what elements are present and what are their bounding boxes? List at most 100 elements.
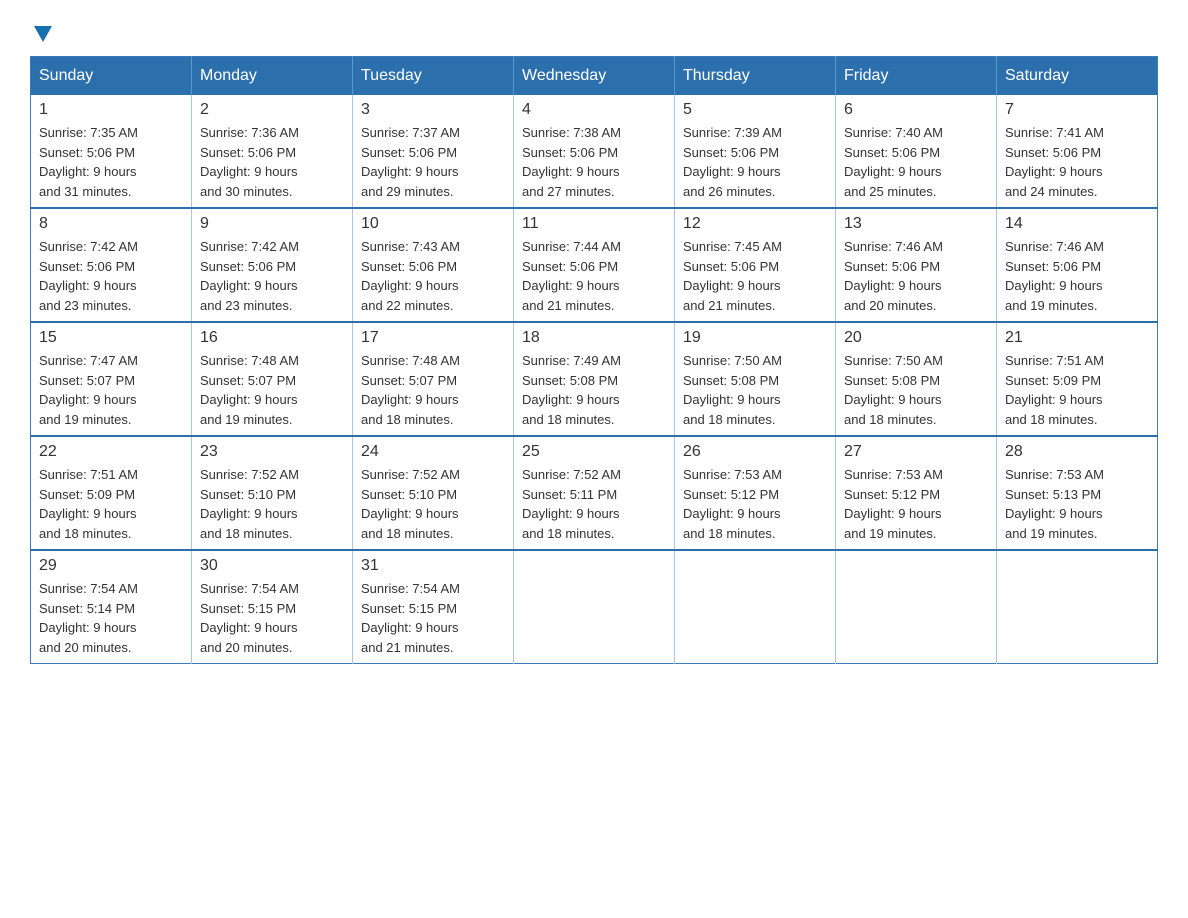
day-info: Sunrise: 7:50 AM Sunset: 5:08 PM Dayligh… xyxy=(844,351,988,429)
calendar-cell: 3 Sunrise: 7:37 AM Sunset: 5:06 PM Dayli… xyxy=(353,95,514,208)
day-info: Sunrise: 7:45 AM Sunset: 5:06 PM Dayligh… xyxy=(683,237,827,315)
calendar-cell: 2 Sunrise: 7:36 AM Sunset: 5:06 PM Dayli… xyxy=(192,95,353,208)
day-number: 19 xyxy=(683,329,827,347)
page-header xyxy=(30,20,1158,36)
day-info: Sunrise: 7:51 AM Sunset: 5:09 PM Dayligh… xyxy=(1005,351,1149,429)
day-info: Sunrise: 7:47 AM Sunset: 5:07 PM Dayligh… xyxy=(39,351,183,429)
calendar-cell: 16 Sunrise: 7:48 AM Sunset: 5:07 PM Dayl… xyxy=(192,322,353,436)
day-info: Sunrise: 7:35 AM Sunset: 5:06 PM Dayligh… xyxy=(39,123,183,201)
day-info: Sunrise: 7:48 AM Sunset: 5:07 PM Dayligh… xyxy=(200,351,344,429)
day-number: 25 xyxy=(522,443,666,461)
day-number: 13 xyxy=(844,215,988,233)
calendar-cell: 22 Sunrise: 7:51 AM Sunset: 5:09 PM Dayl… xyxy=(31,436,192,550)
calendar-cell: 28 Sunrise: 7:53 AM Sunset: 5:13 PM Dayl… xyxy=(997,436,1158,550)
calendar-week-3: 15 Sunrise: 7:47 AM Sunset: 5:07 PM Dayl… xyxy=(31,322,1158,436)
calendar-cell: 5 Sunrise: 7:39 AM Sunset: 5:06 PM Dayli… xyxy=(675,95,836,208)
day-info: Sunrise: 7:46 AM Sunset: 5:06 PM Dayligh… xyxy=(1005,237,1149,315)
logo-arrow-icon xyxy=(32,22,54,44)
day-info: Sunrise: 7:41 AM Sunset: 5:06 PM Dayligh… xyxy=(1005,123,1149,201)
day-info: Sunrise: 7:40 AM Sunset: 5:06 PM Dayligh… xyxy=(844,123,988,201)
day-number: 10 xyxy=(361,215,505,233)
day-info: Sunrise: 7:52 AM Sunset: 5:10 PM Dayligh… xyxy=(200,465,344,543)
calendar-cell: 6 Sunrise: 7:40 AM Sunset: 5:06 PM Dayli… xyxy=(836,95,997,208)
calendar-cell xyxy=(997,550,1158,664)
calendar-cell: 10 Sunrise: 7:43 AM Sunset: 5:06 PM Dayl… xyxy=(353,208,514,322)
day-number: 31 xyxy=(361,557,505,575)
day-info: Sunrise: 7:50 AM Sunset: 5:08 PM Dayligh… xyxy=(683,351,827,429)
header-thursday: Thursday xyxy=(675,57,836,96)
calendar-cell: 30 Sunrise: 7:54 AM Sunset: 5:15 PM Dayl… xyxy=(192,550,353,664)
day-number: 23 xyxy=(200,443,344,461)
day-number: 1 xyxy=(39,101,183,119)
calendar-table: SundayMondayTuesdayWednesdayThursdayFrid… xyxy=(30,56,1158,664)
day-info: Sunrise: 7:48 AM Sunset: 5:07 PM Dayligh… xyxy=(361,351,505,429)
day-info: Sunrise: 7:54 AM Sunset: 5:15 PM Dayligh… xyxy=(361,579,505,657)
day-number: 16 xyxy=(200,329,344,347)
day-number: 29 xyxy=(39,557,183,575)
day-info: Sunrise: 7:38 AM Sunset: 5:06 PM Dayligh… xyxy=(522,123,666,201)
header-sunday: Sunday xyxy=(31,57,192,96)
day-number: 6 xyxy=(844,101,988,119)
day-info: Sunrise: 7:42 AM Sunset: 5:06 PM Dayligh… xyxy=(39,237,183,315)
day-number: 20 xyxy=(844,329,988,347)
calendar-cell: 12 Sunrise: 7:45 AM Sunset: 5:06 PM Dayl… xyxy=(675,208,836,322)
header-tuesday: Tuesday xyxy=(353,57,514,96)
day-info: Sunrise: 7:43 AM Sunset: 5:06 PM Dayligh… xyxy=(361,237,505,315)
calendar-week-5: 29 Sunrise: 7:54 AM Sunset: 5:14 PM Dayl… xyxy=(31,550,1158,664)
calendar-cell xyxy=(836,550,997,664)
day-number: 21 xyxy=(1005,329,1149,347)
day-info: Sunrise: 7:53 AM Sunset: 5:13 PM Dayligh… xyxy=(1005,465,1149,543)
day-number: 7 xyxy=(1005,101,1149,119)
header-saturday: Saturday xyxy=(997,57,1158,96)
day-number: 27 xyxy=(844,443,988,461)
calendar-cell: 18 Sunrise: 7:49 AM Sunset: 5:08 PM Dayl… xyxy=(514,322,675,436)
day-info: Sunrise: 7:49 AM Sunset: 5:08 PM Dayligh… xyxy=(522,351,666,429)
calendar-cell: 26 Sunrise: 7:53 AM Sunset: 5:12 PM Dayl… xyxy=(675,436,836,550)
day-number: 28 xyxy=(1005,443,1149,461)
calendar-cell: 20 Sunrise: 7:50 AM Sunset: 5:08 PM Dayl… xyxy=(836,322,997,436)
day-info: Sunrise: 7:52 AM Sunset: 5:10 PM Dayligh… xyxy=(361,465,505,543)
day-number: 17 xyxy=(361,329,505,347)
day-number: 5 xyxy=(683,101,827,119)
day-info: Sunrise: 7:53 AM Sunset: 5:12 PM Dayligh… xyxy=(844,465,988,543)
day-info: Sunrise: 7:39 AM Sunset: 5:06 PM Dayligh… xyxy=(683,123,827,201)
day-number: 3 xyxy=(361,101,505,119)
header-monday: Monday xyxy=(192,57,353,96)
calendar-week-2: 8 Sunrise: 7:42 AM Sunset: 5:06 PM Dayli… xyxy=(31,208,1158,322)
calendar-week-4: 22 Sunrise: 7:51 AM Sunset: 5:09 PM Dayl… xyxy=(31,436,1158,550)
calendar-cell: 13 Sunrise: 7:46 AM Sunset: 5:06 PM Dayl… xyxy=(836,208,997,322)
calendar-cell: 25 Sunrise: 7:52 AM Sunset: 5:11 PM Dayl… xyxy=(514,436,675,550)
calendar-cell: 15 Sunrise: 7:47 AM Sunset: 5:07 PM Dayl… xyxy=(31,322,192,436)
logo xyxy=(30,20,54,36)
day-info: Sunrise: 7:51 AM Sunset: 5:09 PM Dayligh… xyxy=(39,465,183,543)
day-number: 24 xyxy=(361,443,505,461)
day-number: 15 xyxy=(39,329,183,347)
calendar-cell: 29 Sunrise: 7:54 AM Sunset: 5:14 PM Dayl… xyxy=(31,550,192,664)
calendar-cell: 17 Sunrise: 7:48 AM Sunset: 5:07 PM Dayl… xyxy=(353,322,514,436)
calendar-cell: 21 Sunrise: 7:51 AM Sunset: 5:09 PM Dayl… xyxy=(997,322,1158,436)
calendar-cell: 24 Sunrise: 7:52 AM Sunset: 5:10 PM Dayl… xyxy=(353,436,514,550)
calendar-cell: 27 Sunrise: 7:53 AM Sunset: 5:12 PM Dayl… xyxy=(836,436,997,550)
day-info: Sunrise: 7:42 AM Sunset: 5:06 PM Dayligh… xyxy=(200,237,344,315)
day-info: Sunrise: 7:46 AM Sunset: 5:06 PM Dayligh… xyxy=(844,237,988,315)
day-number: 22 xyxy=(39,443,183,461)
day-number: 18 xyxy=(522,329,666,347)
calendar-cell: 31 Sunrise: 7:54 AM Sunset: 5:15 PM Dayl… xyxy=(353,550,514,664)
calendar-cell: 7 Sunrise: 7:41 AM Sunset: 5:06 PM Dayli… xyxy=(997,95,1158,208)
day-number: 30 xyxy=(200,557,344,575)
day-number: 11 xyxy=(522,215,666,233)
calendar-header-row: SundayMondayTuesdayWednesdayThursdayFrid… xyxy=(31,57,1158,96)
day-number: 4 xyxy=(522,101,666,119)
calendar-cell: 11 Sunrise: 7:44 AM Sunset: 5:06 PM Dayl… xyxy=(514,208,675,322)
day-info: Sunrise: 7:52 AM Sunset: 5:11 PM Dayligh… xyxy=(522,465,666,543)
day-number: 12 xyxy=(683,215,827,233)
calendar-cell: 23 Sunrise: 7:52 AM Sunset: 5:10 PM Dayl… xyxy=(192,436,353,550)
header-friday: Friday xyxy=(836,57,997,96)
day-number: 8 xyxy=(39,215,183,233)
day-number: 2 xyxy=(200,101,344,119)
day-number: 9 xyxy=(200,215,344,233)
day-info: Sunrise: 7:44 AM Sunset: 5:06 PM Dayligh… xyxy=(522,237,666,315)
calendar-cell: 8 Sunrise: 7:42 AM Sunset: 5:06 PM Dayli… xyxy=(31,208,192,322)
day-number: 26 xyxy=(683,443,827,461)
calendar-cell xyxy=(514,550,675,664)
